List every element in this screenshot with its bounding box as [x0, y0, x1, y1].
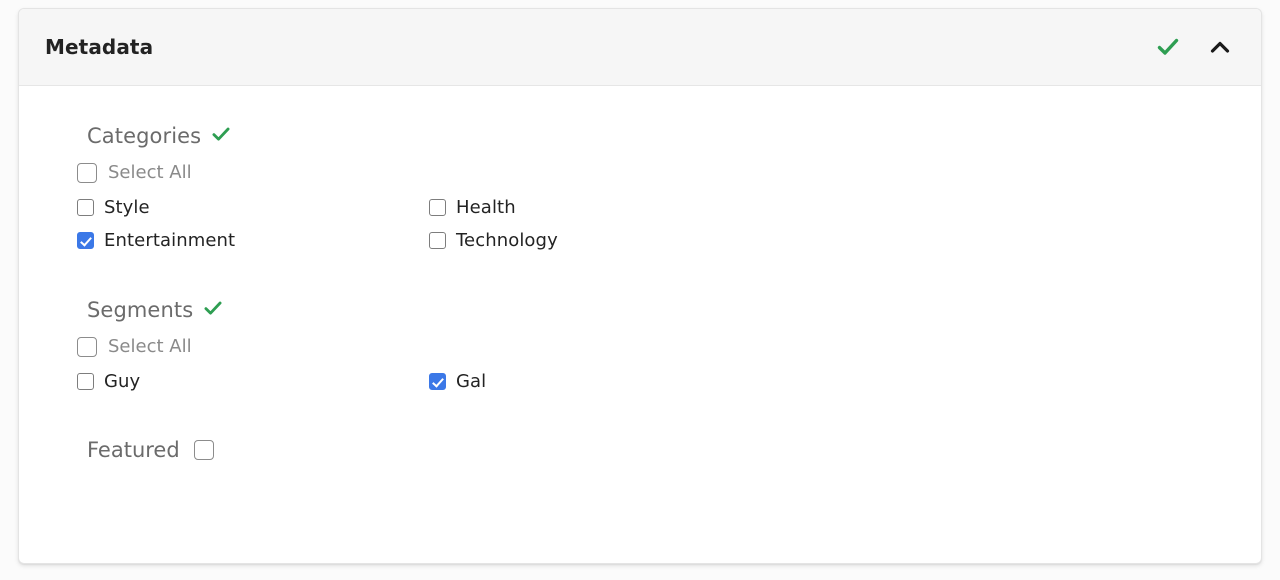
featured-label: Featured	[87, 438, 180, 462]
option-style[interactable]: Style	[77, 192, 429, 223]
chevron-up-icon[interactable]	[1207, 34, 1233, 60]
featured-row[interactable]: Featured	[19, 438, 1261, 462]
option-label: Guy	[104, 371, 141, 392]
header-actions	[1155, 34, 1233, 60]
option-entertainment[interactable]: Entertainment	[77, 225, 429, 256]
options-grid-categories: Style Health Entertainment Technology	[19, 192, 1261, 256]
check-icon	[211, 124, 231, 148]
select-all-label: Select All	[108, 162, 192, 183]
metadata-card: Metadata Categories Select All Style Hea…	[18, 8, 1262, 564]
option-guy[interactable]: Guy	[77, 366, 429, 397]
select-all-row-categories[interactable]: Select All	[19, 162, 1261, 183]
section-title: Categories	[87, 124, 202, 148]
check-icon	[203, 298, 223, 322]
option-checkbox[interactable]	[429, 199, 446, 216]
option-checkbox[interactable]	[77, 232, 94, 249]
option-label: Technology	[456, 230, 558, 251]
option-label: Style	[104, 197, 150, 218]
card-body: Categories Select All Style Health Enter…	[19, 86, 1261, 462]
card-header: Metadata	[19, 9, 1261, 86]
featured-checkbox[interactable]	[193, 440, 214, 460]
option-gal[interactable]: Gal	[429, 366, 1261, 397]
option-checkbox[interactable]	[77, 373, 94, 390]
select-all-checkbox[interactable]	[77, 162, 97, 183]
option-label: Gal	[456, 371, 487, 392]
options-grid-segments: Guy Gal	[19, 366, 1261, 397]
page-title: Metadata	[45, 35, 154, 59]
option-label: Health	[456, 197, 516, 218]
section-header-categories: Categories	[19, 124, 1261, 148]
section-categories: Categories Select All Style Health Enter…	[19, 124, 1261, 256]
option-checkbox[interactable]	[77, 199, 94, 216]
option-health[interactable]: Health	[429, 192, 1261, 223]
select-all-checkbox[interactable]	[77, 336, 97, 357]
section-header-segments: Segments	[19, 298, 1261, 322]
check-icon[interactable]	[1155, 34, 1181, 60]
option-checkbox[interactable]	[429, 232, 446, 249]
option-technology[interactable]: Technology	[429, 225, 1261, 256]
section-segments: Segments Select All Guy Gal	[19, 298, 1261, 397]
select-all-label: Select All	[108, 336, 192, 357]
select-all-row-segments[interactable]: Select All	[19, 336, 1261, 357]
option-label: Entertainment	[104, 230, 236, 251]
section-title: Segments	[87, 298, 194, 322]
option-checkbox[interactable]	[429, 373, 446, 390]
